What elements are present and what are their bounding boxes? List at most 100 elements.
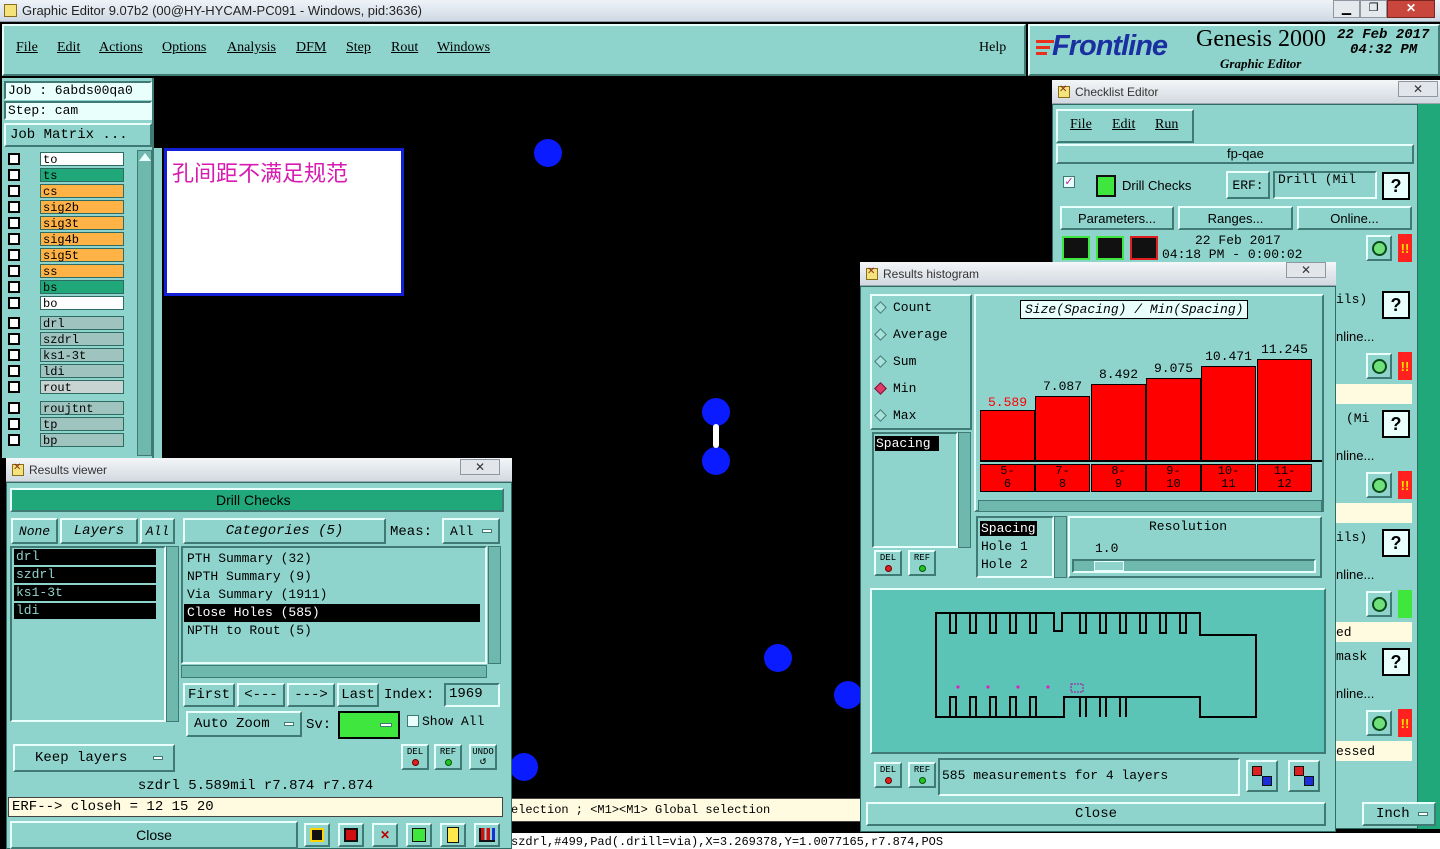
hist-axis-scrollbar[interactable] bbox=[1054, 516, 1067, 578]
checklist-menu-file[interactable]: File bbox=[1070, 117, 1092, 133]
rv-close-button[interactable]: Close bbox=[10, 821, 298, 849]
mode-option-count[interactable]: Count bbox=[874, 300, 932, 315]
maximize-button[interactable]: ❐ bbox=[1360, 0, 1387, 18]
layer-row[interactable]: ts bbox=[8, 168, 124, 183]
job-matrix-button[interactable]: Job Matrix ... bbox=[4, 123, 152, 147]
help-icon[interactable]: ? bbox=[1382, 529, 1410, 557]
layer-row[interactable]: sig5t bbox=[8, 248, 124, 263]
meas-dropdown[interactable]: All bbox=[442, 518, 500, 544]
radio-icon[interactable] bbox=[874, 382, 887, 395]
layer-name[interactable]: bs bbox=[40, 280, 124, 295]
layer-checkbox[interactable] bbox=[8, 434, 20, 446]
layer-name[interactable]: bo bbox=[40, 296, 124, 311]
prev-button[interactable]: <--- bbox=[237, 683, 285, 707]
layer-name[interactable]: sig4b bbox=[40, 232, 124, 247]
layer-name[interactable]: ts bbox=[40, 168, 124, 183]
layer-row[interactable]: drl bbox=[8, 316, 124, 331]
undo-button[interactable]: UNDO ↺ bbox=[469, 744, 497, 770]
slider-handle[interactable] bbox=[1094, 561, 1124, 571]
layer-checkbox[interactable] bbox=[8, 381, 20, 393]
layer-row[interactable]: to bbox=[8, 152, 124, 167]
zoom-icon[interactable] bbox=[1366, 591, 1392, 617]
run-icon[interactable] bbox=[1096, 236, 1124, 260]
radio-icon[interactable] bbox=[874, 409, 887, 422]
export-icon[interactable] bbox=[1288, 760, 1320, 792]
menu-edit[interactable]: Edit bbox=[57, 40, 80, 56]
toolbar-measure-icon[interactable] bbox=[304, 823, 330, 847]
index-input[interactable]: 1969 bbox=[444, 683, 500, 707]
menu-rout[interactable]: Rout bbox=[391, 40, 418, 56]
menu-dfm[interactable]: DFM bbox=[296, 40, 326, 56]
swap-axis-icon[interactable] bbox=[1246, 760, 1278, 792]
layer-row[interactable]: sig2b bbox=[8, 200, 124, 215]
layer-name[interactable]: ss bbox=[40, 264, 124, 279]
chart-hscrollbar[interactable] bbox=[978, 500, 1322, 512]
layer-checkbox[interactable] bbox=[8, 333, 20, 345]
help-icon[interactable]: ? bbox=[1382, 410, 1410, 438]
rv-layer-scrollbar[interactable] bbox=[166, 546, 179, 722]
layer-row[interactable]: bo bbox=[8, 296, 124, 311]
layer-checkbox[interactable] bbox=[8, 365, 20, 377]
layer-row[interactable]: ks1-3t bbox=[8, 348, 124, 363]
category-item[interactable]: NPTH to Rout (5) bbox=[184, 622, 480, 640]
layer-row[interactable]: ldi bbox=[8, 364, 124, 379]
menu-windows[interactable]: Windows bbox=[437, 40, 490, 56]
chart-bar[interactable] bbox=[1201, 366, 1256, 460]
category-item[interactable]: PTH Summary (32) bbox=[184, 550, 480, 568]
layer-name[interactable]: szdrl bbox=[40, 332, 124, 347]
chart-bar[interactable] bbox=[1257, 359, 1312, 460]
rv-layer-item[interactable]: szdrl bbox=[14, 567, 156, 583]
layer-name[interactable]: cs bbox=[40, 184, 124, 199]
rv-layer-item[interactable]: ldi bbox=[14, 603, 156, 619]
layer-row[interactable]: ss bbox=[8, 264, 124, 279]
hist-field-scrollbar[interactable] bbox=[958, 432, 971, 548]
layer-checkbox[interactable] bbox=[8, 297, 20, 309]
chart-bar[interactable] bbox=[1146, 378, 1201, 460]
menu-options[interactable]: Options bbox=[162, 40, 206, 56]
checklist-menu-run[interactable]: Run bbox=[1155, 117, 1178, 133]
mode-option-min[interactable]: Min bbox=[874, 381, 916, 396]
hist-del-button[interactable]: DEL bbox=[874, 550, 902, 576]
ref-button[interactable]: REF bbox=[434, 744, 462, 770]
layer-name[interactable]: ks1-3t bbox=[40, 348, 124, 363]
toolbar-record-icon[interactable] bbox=[338, 823, 364, 847]
layer-name[interactable]: roujtnt bbox=[40, 401, 124, 416]
mode-option-average[interactable]: Average bbox=[874, 327, 948, 342]
layer-name[interactable]: to bbox=[40, 152, 124, 167]
hist-bottom-del-button[interactable]: DEL bbox=[874, 762, 902, 788]
erf-field[interactable]: Drill (Mil bbox=[1273, 171, 1377, 199]
layer-name[interactable]: bp bbox=[40, 433, 124, 448]
zoom-icon[interactable] bbox=[1366, 353, 1392, 379]
layer-row[interactable]: tp bbox=[8, 417, 124, 432]
layer-name[interactable]: rout bbox=[40, 380, 124, 395]
hist-bottom-ref-button[interactable]: REF bbox=[908, 762, 936, 788]
layer-checkbox[interactable] bbox=[8, 201, 20, 213]
category-item[interactable]: Via Summary (1911) bbox=[184, 586, 480, 604]
online-button[interactable]: Online... bbox=[1297, 206, 1412, 230]
drill-pad[interactable] bbox=[702, 447, 730, 475]
menu-analysis[interactable]: Analysis bbox=[227, 40, 276, 56]
chart-bar[interactable] bbox=[1035, 396, 1090, 460]
zoom-icon[interactable] bbox=[1366, 710, 1392, 736]
help-icon[interactable]: ? bbox=[1382, 172, 1410, 200]
toolbar-report-icon[interactable] bbox=[440, 823, 466, 847]
layer-name[interactable]: tp bbox=[40, 417, 124, 432]
layer-checkbox[interactable] bbox=[8, 281, 20, 293]
first-button[interactable]: First bbox=[183, 683, 235, 707]
ranges-button[interactable]: Ranges... bbox=[1178, 206, 1293, 230]
auto-zoom-dropdown[interactable]: Auto Zoom bbox=[186, 711, 302, 737]
drill-pad[interactable] bbox=[702, 398, 730, 426]
rv-layer-item[interactable]: drl bbox=[14, 549, 156, 565]
histogram-close-button[interactable]: Close bbox=[866, 802, 1326, 826]
layer-checkbox[interactable] bbox=[8, 233, 20, 245]
drill-pad[interactable] bbox=[510, 753, 538, 781]
layer-checkbox[interactable] bbox=[8, 265, 20, 277]
radio-icon[interactable] bbox=[874, 301, 887, 314]
layer-row[interactable]: cs bbox=[8, 184, 124, 199]
layer-checkbox[interactable] bbox=[8, 169, 20, 181]
categories-button[interactable]: Categories (5) bbox=[183, 518, 386, 544]
layer-row[interactable]: sig4b bbox=[8, 232, 124, 247]
drill-pad[interactable] bbox=[534, 139, 562, 167]
results-viewer-close-x[interactable]: ✕ bbox=[460, 459, 500, 475]
drill-pad[interactable] bbox=[834, 681, 862, 709]
